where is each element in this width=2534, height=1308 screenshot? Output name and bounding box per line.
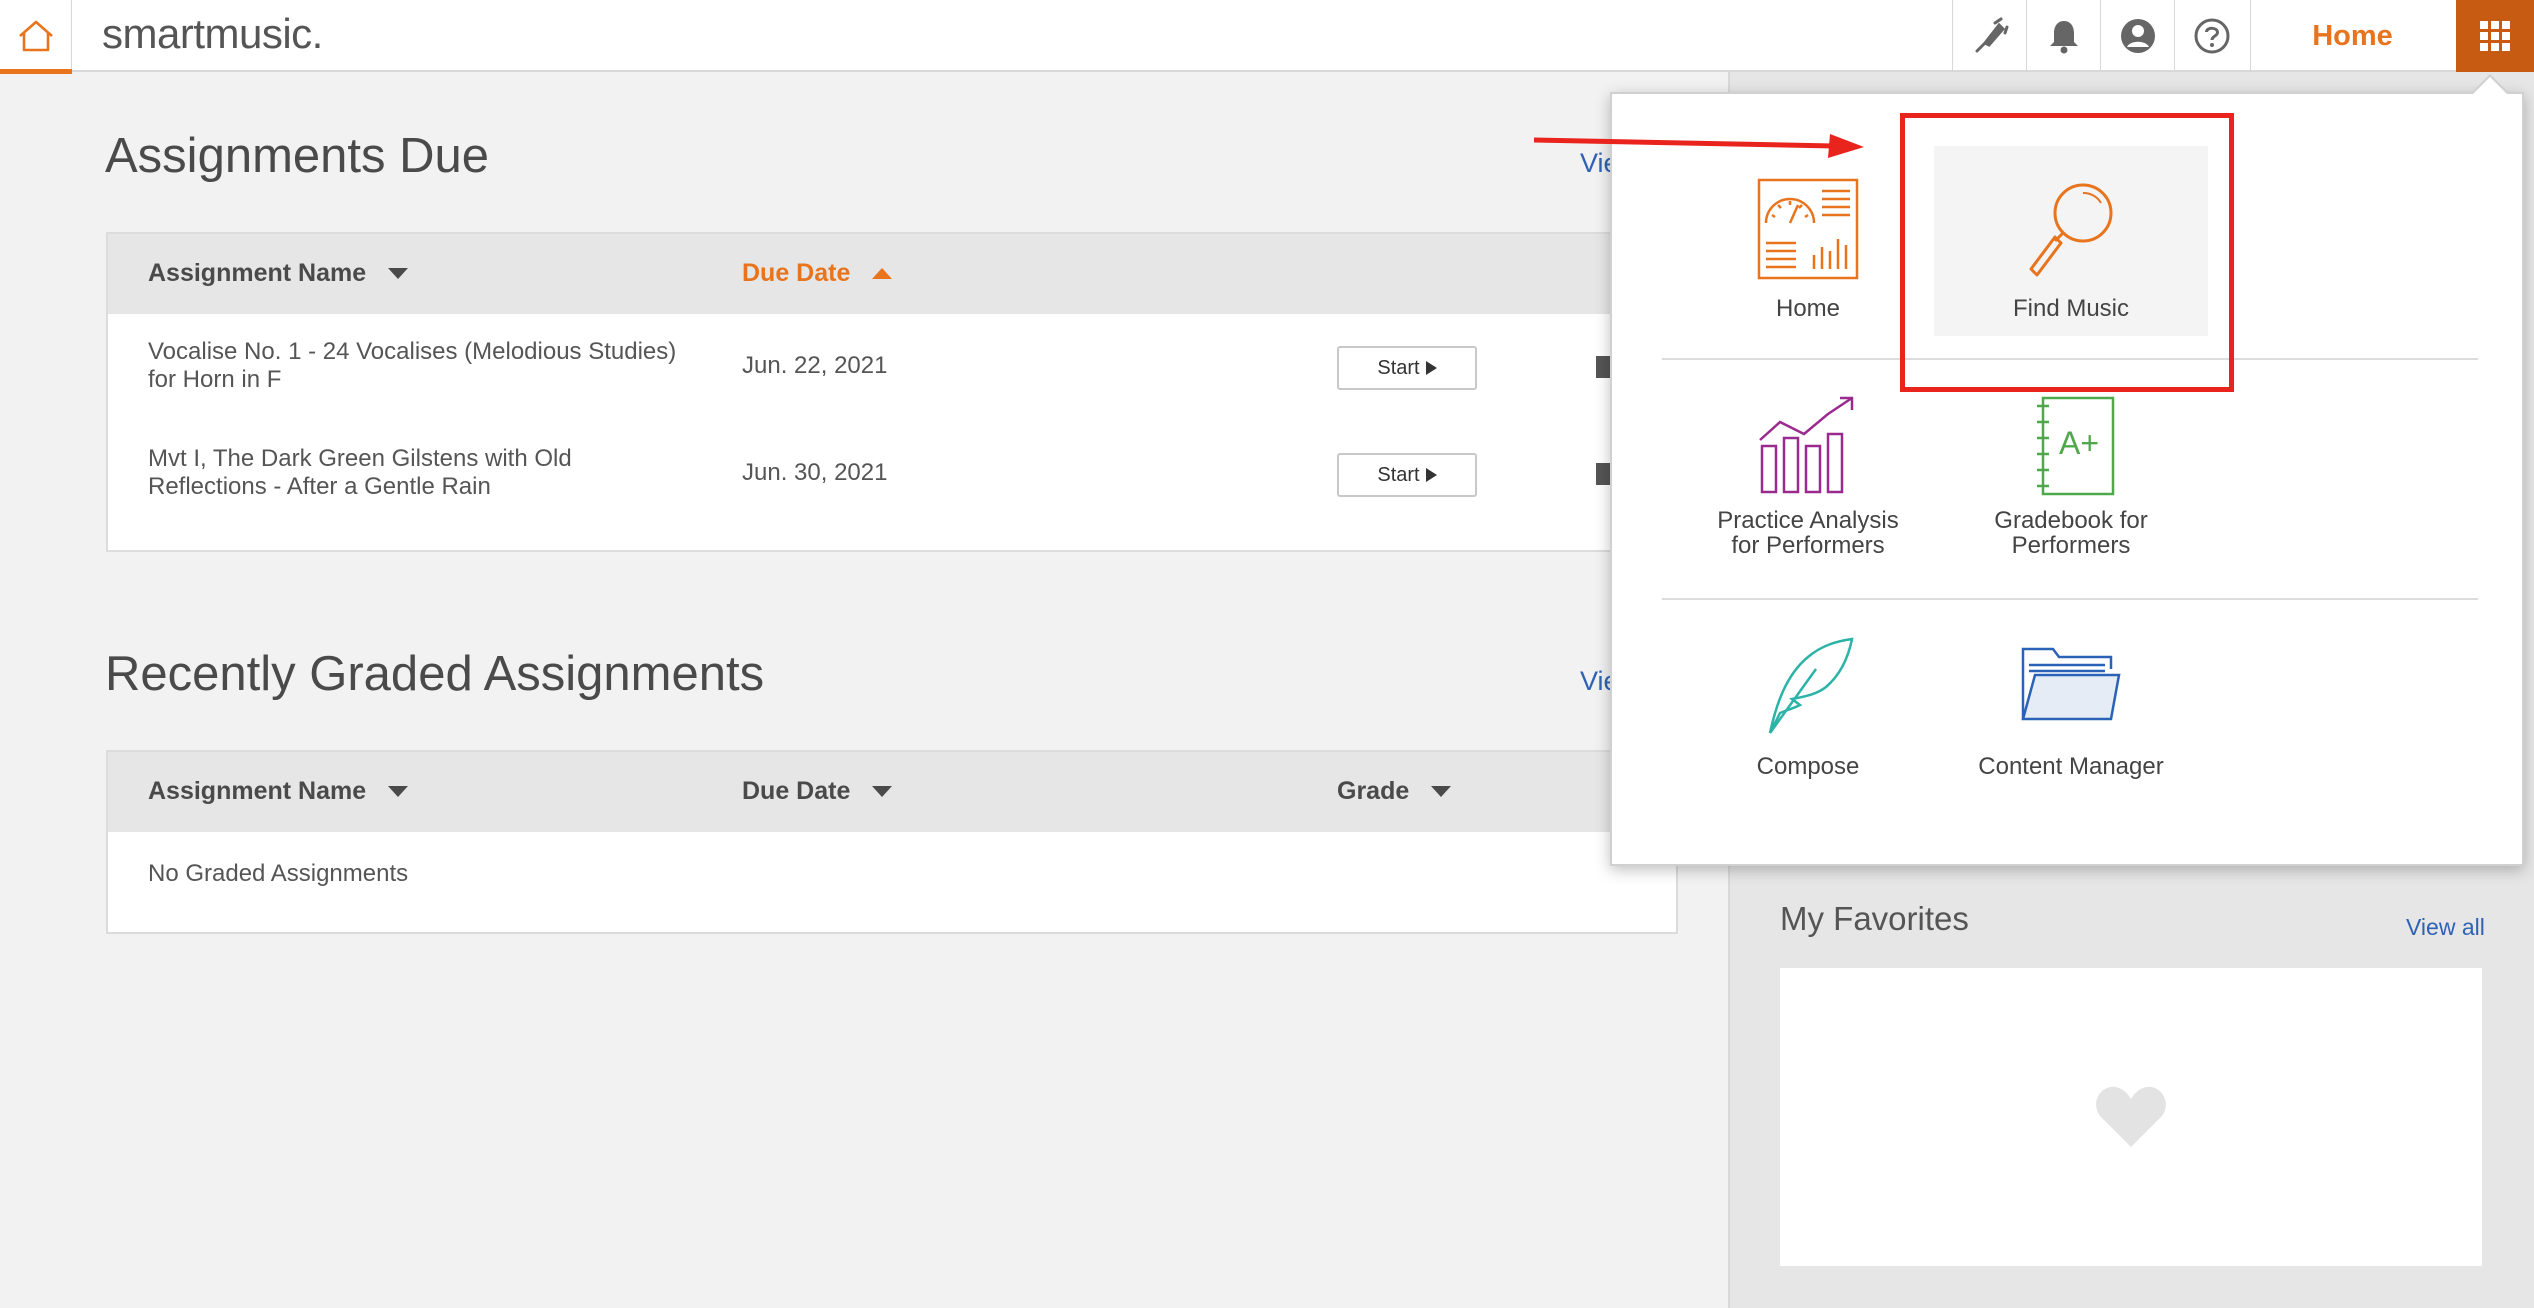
my-favorites-title: My Favorites xyxy=(1780,900,1969,937)
table-header: Assignment Name Due Date Grade xyxy=(108,752,1676,832)
assignment-name[interactable]: Vocalise No. 1 - 24 Vocalises (Melodious… xyxy=(148,338,676,394)
sort-due-date[interactable]: Due Date xyxy=(742,259,893,288)
empty-state-text: No Graded Assignments xyxy=(148,860,409,887)
play-icon xyxy=(1425,361,1437,375)
app-compose[interactable]: Compose xyxy=(1671,604,1945,794)
dashboard-icon xyxy=(1753,174,1863,284)
start-label: Start xyxy=(1377,356,1420,379)
name-line: for Horn in F xyxy=(148,366,282,393)
annotation-highlight-box xyxy=(1900,113,2234,392)
recently-graded-title: Recently Graded Assignments xyxy=(105,647,765,701)
play-icon xyxy=(1425,468,1437,482)
assignments-due-title: Assignments Due xyxy=(105,129,490,183)
app-content-manager[interactable]: Content Manager xyxy=(1934,604,2208,794)
label-line: Home xyxy=(1775,295,1841,322)
column-header-label: Assignment Name xyxy=(148,777,367,805)
table-row: Vocalise No. 1 - 24 Vocalises (Melodious… xyxy=(108,314,1676,421)
annotation-arrow xyxy=(1534,134,1864,158)
label-line: Compose xyxy=(1756,753,1860,780)
heart-icon xyxy=(2096,1086,2166,1147)
due-date: Jun. 30, 2021 xyxy=(742,459,888,486)
caret-up-icon xyxy=(872,268,893,279)
home-icon xyxy=(18,20,53,52)
label-line: for Performers xyxy=(1731,532,1885,559)
sort-grade[interactable]: Grade xyxy=(1337,777,1452,806)
assignment-name[interactable]: Mvt I, The Dark Green Gilstens with Old … xyxy=(148,445,572,501)
app-gradebook[interactable]: A+ Gradebook for Performers xyxy=(1934,364,2208,558)
start-button[interactable]: Start xyxy=(1337,453,1477,497)
name-line: Vocalise No. 1 - 24 Vocalises (Melodious… xyxy=(148,338,677,365)
user-icon xyxy=(2120,19,2155,53)
column-header-label: Assignment Name xyxy=(148,259,367,287)
folder-icon xyxy=(2016,632,2126,742)
home-nav-button[interactable] xyxy=(0,0,72,74)
apps-menu-button[interactable] xyxy=(2456,0,2534,72)
quill-feather-icon xyxy=(1753,632,1863,742)
caret-down-icon xyxy=(1431,786,1452,797)
gradebook-icon: A+ xyxy=(2016,392,2126,496)
grid-icon xyxy=(2480,21,2510,51)
help-button[interactable] xyxy=(2174,0,2248,72)
top-bar: smartmusic. Home xyxy=(0,0,2534,74)
caret-down-icon xyxy=(872,786,893,797)
start-button[interactable]: Start xyxy=(1337,346,1477,390)
app-practice-analysis[interactable]: Practice Analysis for Performers xyxy=(1671,364,1945,558)
start-label: Start xyxy=(1377,463,1420,486)
app-label: Gradebook for Performers xyxy=(1994,508,2147,558)
current-page-home-link[interactable]: Home xyxy=(2250,0,2454,72)
app-label: Content Manager xyxy=(1978,754,2163,779)
table-header: Assignment Name Due Date xyxy=(108,234,1676,314)
app-label: Home xyxy=(1776,296,1840,321)
sort-assignment-name[interactable]: Assignment Name xyxy=(148,777,409,806)
app-label: Compose xyxy=(1757,754,1860,779)
tuner-fork-icon xyxy=(1975,17,2008,53)
account-button[interactable] xyxy=(2100,0,2174,72)
recently-graded-table: Assignment Name Due Date Grade No Graded… xyxy=(106,750,1678,934)
help-icon xyxy=(2194,18,2229,54)
smartmusic-logo: smartmusic. xyxy=(102,10,323,57)
svg-text:A+: A+ xyxy=(2059,425,2099,461)
sort-assignment-name[interactable]: Assignment Name xyxy=(148,259,409,288)
name-line: Mvt I, The Dark Green Gilstens with Old xyxy=(148,445,572,472)
sort-due-date[interactable]: Due Date xyxy=(742,777,893,806)
menu-divider xyxy=(1662,598,2478,600)
tuner-button[interactable] xyxy=(1952,0,2026,72)
column-header-label: Due Date xyxy=(742,777,851,805)
caret-down-icon xyxy=(388,786,409,797)
caret-down-icon xyxy=(388,268,409,279)
column-header-label: Due Date xyxy=(742,259,851,287)
table-row: Mvt I, The Dark Green Gilstens with Old … xyxy=(108,421,1676,528)
label-line: Gradebook for xyxy=(1994,507,2148,534)
favorites-panel xyxy=(1780,968,2482,1266)
label-line: Practice Analysis xyxy=(1717,507,1899,534)
label-line: Performers xyxy=(2011,532,2131,559)
due-date: Jun. 22, 2021 xyxy=(742,352,888,379)
column-header-label: Grade xyxy=(1337,777,1410,805)
assignments-due-table: Assignment Name Due Date Vocalise No. 1 … xyxy=(106,232,1678,552)
app-label: Practice Analysis for Performers xyxy=(1717,508,1898,558)
notifications-button[interactable] xyxy=(2026,0,2100,72)
bar-chart-trend-icon xyxy=(1753,392,1863,496)
favorites-view-all-link[interactable]: View all xyxy=(2406,914,2485,941)
bell-icon xyxy=(2049,21,2078,54)
name-line: Reflections - After a Gentle Rain xyxy=(148,473,491,500)
label-line: Content Manager xyxy=(1978,753,2164,780)
